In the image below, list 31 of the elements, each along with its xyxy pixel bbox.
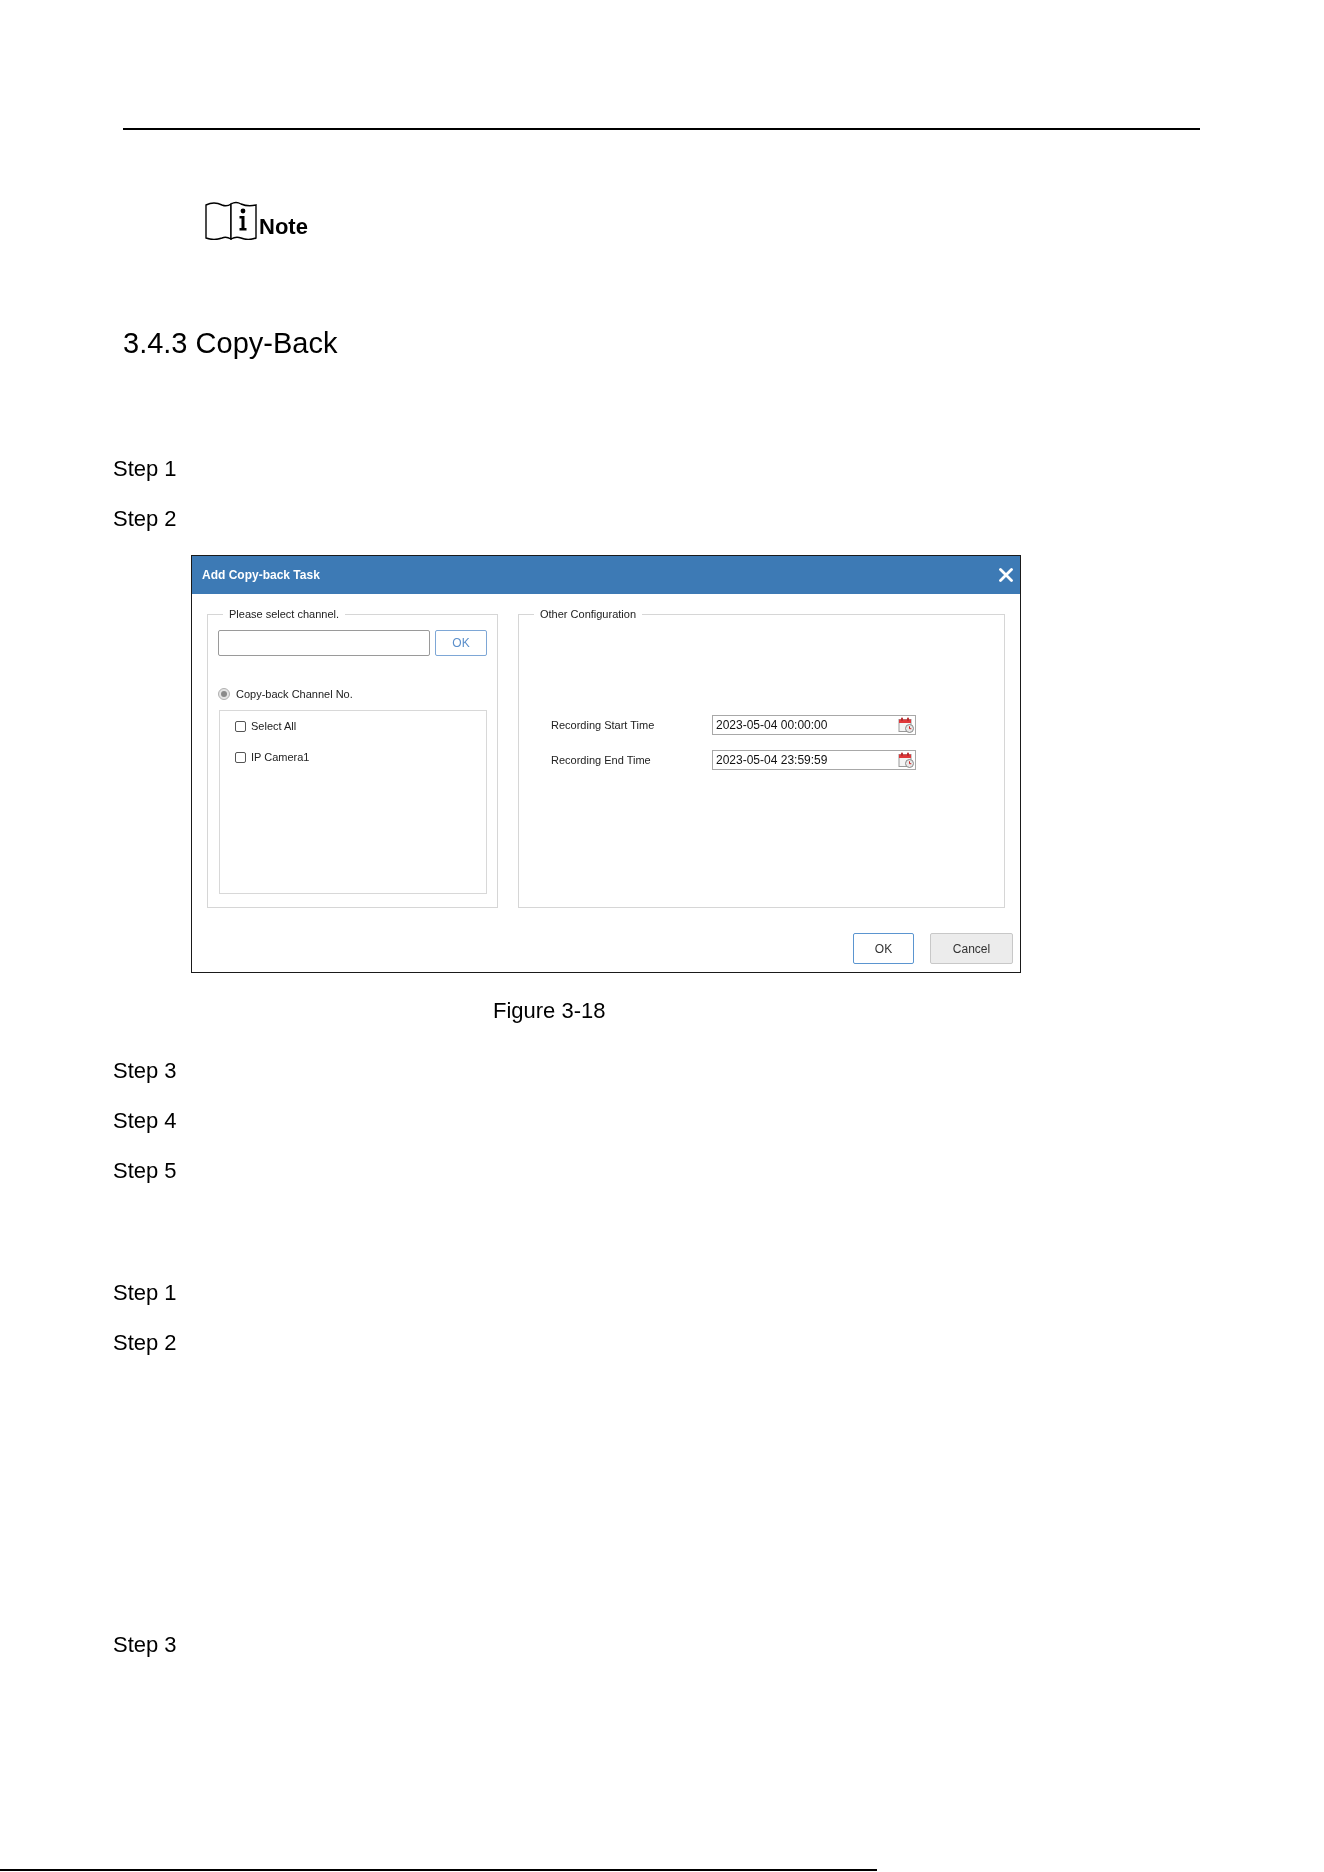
cancel-button[interactable]: Cancel <box>930 933 1013 964</box>
note-label: Note <box>259 214 308 240</box>
figure-caption: Figure 3-18 <box>493 997 606 1025</box>
date-time-field[interactable]: 2023-05-04 23:59:59 <box>712 750 916 770</box>
info-book-icon <box>205 201 257 240</box>
step-label: Step 1 <box>113 455 177 483</box>
close-icon[interactable] <box>999 568 1013 582</box>
checkbox-label: IP Camera1 <box>251 751 310 763</box>
search-field[interactable] <box>218 630 430 656</box>
calendar-icon[interactable] <box>898 717 914 733</box>
panel-legend: Other Configuration <box>534 608 642 620</box>
step-label: Step 5 <box>113 1157 177 1185</box>
step-label: Step 3 <box>113 1057 177 1085</box>
section-heading: 3.4.3 Copy-Back <box>123 326 338 361</box>
step-label: Step 2 <box>113 505 177 533</box>
checkbox[interactable] <box>235 751 246 763</box>
date-time-field[interactable]: 2023-05-04 00:00:00 <box>712 715 916 735</box>
radio-label: Copy-back Channel No. <box>236 688 353 700</box>
panel-legend: Please select channel. <box>223 608 346 620</box>
calendar-icon[interactable] <box>898 752 914 768</box>
checkbox-label: Select All <box>251 720 297 732</box>
dialog-title: Add Copy-back Task <box>202 568 320 582</box>
step-label: Step 2 <box>113 1329 177 1357</box>
step-label: Step 3 <box>113 1631 177 1659</box>
step-label: Step 1 <box>113 1279 177 1307</box>
ok-button[interactable]: OK <box>853 933 914 964</box>
checkbox[interactable] <box>235 720 246 732</box>
field-label: Recording End Time <box>551 754 652 766</box>
field-label: Recording Start Time <box>551 719 656 731</box>
step-label: Step 4 <box>113 1107 177 1135</box>
ok-button[interactable]: OK <box>435 630 487 656</box>
